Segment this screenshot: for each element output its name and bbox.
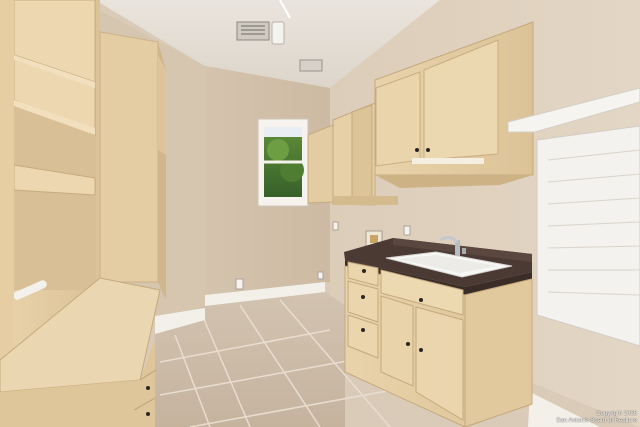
drawer-knob [146,386,150,390]
cabinet-knob-right [426,148,430,152]
upper-cabinet-mid-panel [351,104,373,200]
watermark-line-2: San Antonio Board of Realtors [556,418,637,424]
shelving-side-panel [0,0,14,380]
upper-left-door [158,55,166,155]
tall-cabinet-door [99,31,159,283]
upper-cabinet-door-left [375,71,421,167]
plantation-shutter [536,125,640,347]
ceiling-vent-small [299,59,323,72]
wall-outlet-right [332,221,339,231]
window-sky [264,127,302,137]
wall-outlet [235,278,244,290]
ceiling-vent [236,21,270,41]
cabinet-side-panel [464,278,533,427]
utility-box-inner [370,235,378,243]
cabinet-knob-left [415,148,419,152]
drawer-knob-2 [146,412,150,416]
track-light [271,21,285,45]
floor-outlet [317,271,324,280]
laundry-room-photo [0,0,640,427]
window-foliage [267,139,289,161]
upper-cabinet-mid-bottom [333,196,398,205]
sink-door-left [380,295,414,387]
watermark-line-1: Copyright 2025 [596,411,637,417]
upper-cabinet-small [307,124,334,204]
copyright-watermark: Copyright 2025 San Antonio Board of Real… [556,411,637,425]
switch-plate [403,225,411,236]
under-cabinet-light [412,158,484,164]
